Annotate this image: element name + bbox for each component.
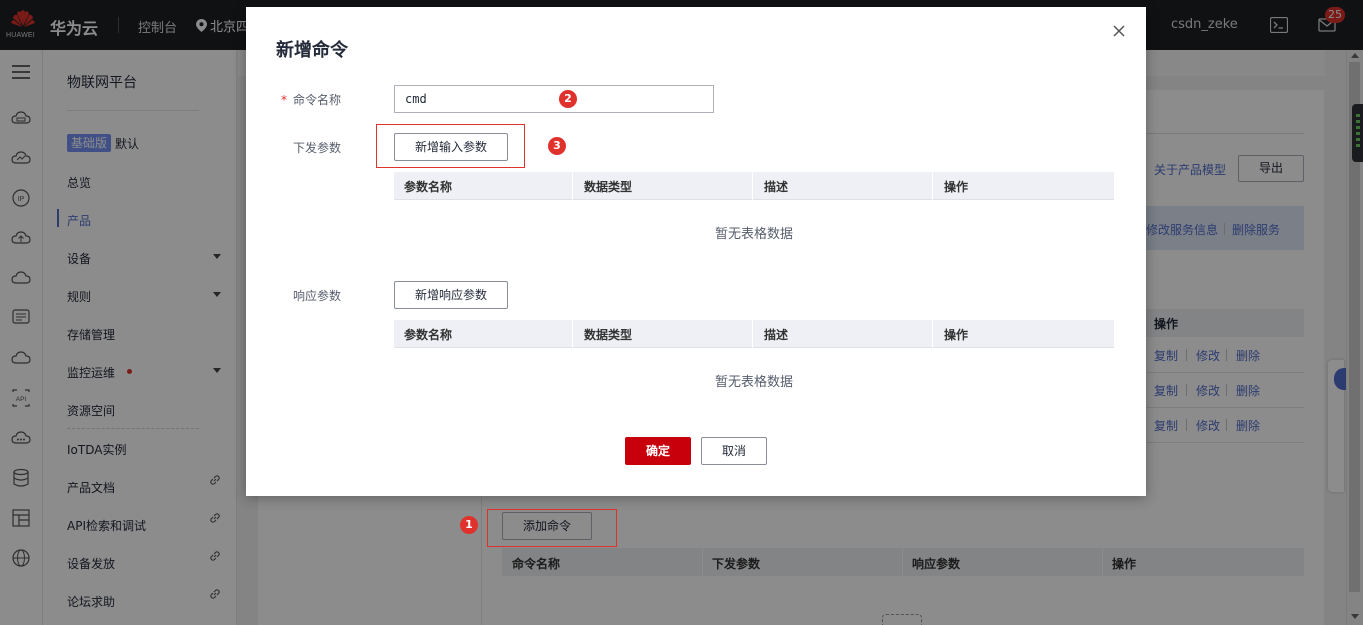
column-header-data-type: 数据类型 (584, 328, 633, 342)
annotation-marker: 1 (460, 516, 478, 534)
divider (752, 172, 753, 200)
empty-table-text: 暂无表格数据 (714, 375, 793, 390)
divider (572, 172, 573, 200)
divider (932, 320, 933, 348)
down-params-label: 下发参数 (293, 141, 342, 155)
input-params-table-header: 参数名称 数据类型 描述 操作 (394, 172, 1114, 200)
add-input-param-button[interactable]: 新增输入参数 (394, 133, 508, 161)
confirm-button[interactable]: 确定 (625, 437, 691, 465)
column-header-description: 描述 (764, 328, 789, 342)
annotation-marker: 3 (548, 137, 566, 155)
column-header-operation: 操作 (944, 180, 969, 194)
required-asterisk: * (281, 93, 287, 107)
column-header-param-name: 参数名称 (404, 180, 453, 194)
column-header-description: 描述 (764, 180, 789, 194)
column-header-param-name: 参数名称 (404, 328, 453, 342)
add-response-param-button[interactable]: 新增响应参数 (394, 281, 508, 309)
divider (752, 320, 753, 348)
annotation-highlight-box (487, 509, 617, 547)
divider (932, 172, 933, 200)
response-params-label: 响应参数 (293, 289, 342, 303)
cancel-button[interactable]: 取消 (701, 437, 767, 465)
close-icon[interactable] (1112, 24, 1126, 38)
dialog-title: 新增命令 (276, 40, 348, 61)
empty-table-text: 暂无表格数据 (714, 227, 793, 242)
command-name-input[interactable]: cmd (394, 85, 714, 113)
column-header-operation: 操作 (944, 328, 969, 342)
command-name-label: 命令名称 (293, 93, 342, 107)
response-params-table-header: 参数名称 数据类型 描述 操作 (394, 320, 1114, 348)
add-command-dialog: 新增命令 * 命令名称 cmd 2 下发参数 新增输入参数 3 参数名称 数据类… (246, 7, 1146, 496)
divider (572, 320, 573, 348)
annotation-marker: 2 (559, 90, 577, 108)
column-header-data-type: 数据类型 (584, 180, 633, 194)
